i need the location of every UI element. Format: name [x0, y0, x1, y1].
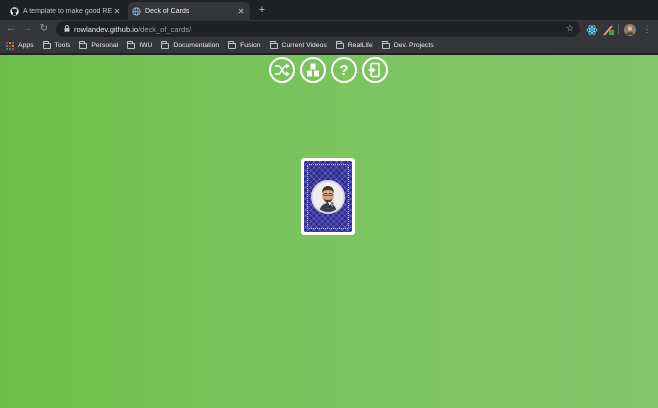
- bookmark-folder-documentation[interactable]: Documentation: [161, 40, 220, 49]
- folder-icon: [335, 40, 344, 49]
- apps-grid-icon: [6, 41, 14, 50]
- bookmark-folder-personal[interactable]: Personal: [79, 40, 119, 49]
- page-content: ?: [0, 55, 658, 408]
- tab-strip: A template to make good REA ✕ Deck of Ca…: [0, 0, 658, 20]
- lock-icon: [60, 24, 74, 34]
- portrait-face-icon: [313, 181, 343, 212]
- bookmark-label: Personal: [91, 42, 119, 49]
- bookmark-star-icon[interactable]: ☆: [566, 23, 574, 34]
- tab-deck-of-cards[interactable]: Deck of Cards ✕: [128, 2, 250, 20]
- question-mark-icon: ?: [339, 61, 349, 79]
- folder-icon: [127, 40, 136, 49]
- bookmarks-bar: Apps Tools Personal IWU Documentation Fu…: [0, 38, 658, 54]
- help-button[interactable]: ?: [331, 57, 357, 83]
- card-portrait: [311, 179, 345, 214]
- bookmark-label: Dev. Projects: [393, 42, 434, 49]
- more-menu-icon[interactable]: ⋮: [640, 22, 654, 36]
- bookmark-folder-reallife[interactable]: RealLife: [335, 40, 373, 49]
- bookmark-label: Apps: [18, 42, 34, 49]
- bookmark-label: Tools: [54, 42, 71, 49]
- bookmark-folder-fusion[interactable]: Fusion: [228, 40, 261, 49]
- exit-door-icon: [368, 62, 380, 78]
- folder-icon: [161, 40, 170, 49]
- playing-card[interactable]: [301, 158, 355, 235]
- new-tab-button[interactable]: +: [256, 3, 268, 17]
- globe-icon: [132, 6, 141, 16]
- stack-icon: [307, 63, 319, 77]
- tab-readme-template[interactable]: A template to make good REA ✕: [6, 2, 126, 20]
- shuffle-button[interactable]: [269, 57, 295, 83]
- bookmark-folder-iwu[interactable]: IWU: [127, 40, 153, 49]
- tab-close-icon[interactable]: ✕: [236, 7, 246, 16]
- folder-icon: [42, 40, 51, 49]
- reload-icon[interactable]: ↻: [37, 22, 51, 36]
- folder-icon: [269, 40, 278, 49]
- stack-button[interactable]: [300, 57, 326, 83]
- bookmark-label: IWU: [139, 42, 153, 49]
- extension-pen-icon[interactable]: [603, 23, 615, 36]
- bookmark-label: RealLife: [347, 42, 373, 49]
- url-host: rowlandev.github.io: [74, 24, 139, 34]
- browser-toolbar: ← → ↻ rowlandev.github.io/deck_of_cards/…: [0, 20, 658, 38]
- bookmark-folder-tools[interactable]: Tools: [42, 40, 71, 49]
- bookmark-label: Documentation: [173, 42, 220, 49]
- bookmark-label: Current Videos: [281, 42, 327, 49]
- bookmark-folder-current-videos[interactable]: Current Videos: [269, 40, 327, 49]
- shuffle-icon: [275, 63, 290, 77]
- tab-title: A template to make good REA: [23, 7, 112, 15]
- bookmark-label: Fusion: [240, 42, 261, 49]
- folder-icon: [79, 40, 88, 49]
- back-arrow-icon[interactable]: ←: [4, 22, 18, 36]
- address-bar[interactable]: rowlandev.github.io/deck_of_cards/ ☆: [56, 21, 580, 37]
- tab-title: Deck of Cards: [145, 7, 190, 15]
- toolbar-divider: [618, 24, 619, 34]
- avatar[interactable]: [624, 23, 636, 36]
- folder-icon: [381, 40, 390, 49]
- tab-close-icon[interactable]: ✕: [112, 7, 122, 16]
- bookmark-apps[interactable]: Apps: [6, 41, 34, 50]
- forward-arrow-icon[interactable]: →: [20, 22, 34, 36]
- exit-button[interactable]: [362, 57, 388, 83]
- url-path: /deck_of_cards/: [138, 24, 192, 34]
- github-icon: [10, 6, 19, 16]
- card-back: [304, 161, 352, 232]
- folder-icon: [228, 40, 237, 49]
- bookmark-folder-dev-projects[interactable]: Dev. Projects: [381, 40, 434, 49]
- extension-react-icon[interactable]: [586, 23, 598, 35]
